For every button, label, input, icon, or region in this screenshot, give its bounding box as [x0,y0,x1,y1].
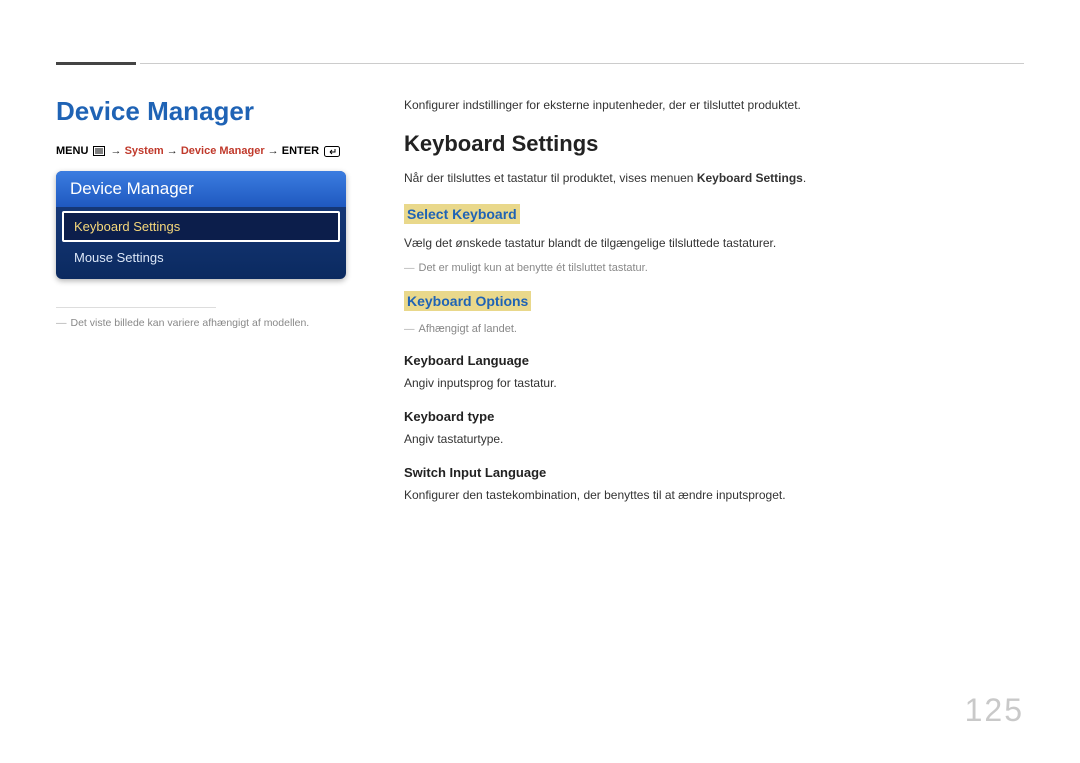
section-title: Device Manager [56,96,356,127]
top-horizontal-rule [140,63,1024,64]
select-keyboard-note: Det er muligt kun at benytte ét tilslutt… [404,260,1024,278]
right-column: Konfigurer indstillinger for eksterne in… [404,96,1024,521]
left-note: Det viste billede kan variere afhængigt … [56,316,356,332]
enter-icon [324,146,340,157]
left-column: Device Manager MENU → System → Device Ma… [56,96,356,521]
keyboard-type-body: Angiv tastaturtype. [404,430,1024,449]
keyboard-settings-heading: Keyboard Settings [404,131,1024,157]
page-number: 125 [965,692,1024,729]
menu-icon [93,146,105,156]
breadcrumb-arrow: → [111,145,122,157]
keyboard-language-heading: Keyboard Language [404,353,1024,368]
breadcrumb-arrow: → [268,145,279,157]
osd-panel: Device Manager Keyboard Settings Mouse S… [56,171,346,279]
switch-input-language-body: Konfigurer den tastekombination, der ben… [404,486,1024,505]
keyboard-settings-line-bold: Keyboard Settings [697,171,803,185]
keyboard-options-note: Afhængigt af landet. [404,321,1024,339]
osd-item-keyboard-settings[interactable]: Keyboard Settings [62,211,340,242]
breadcrumb: MENU → System → Device Manager → ENTER [56,145,356,157]
breadcrumb-system: System [125,145,164,157]
keyboard-settings-line-suffix: . [803,171,806,185]
switch-input-language-heading: Switch Input Language [404,465,1024,480]
left-note-divider [56,307,216,308]
select-keyboard-heading: Select Keyboard [404,204,520,224]
osd-item-mouse-settings[interactable]: Mouse Settings [56,242,346,279]
keyboard-type-heading: Keyboard type [404,409,1024,424]
page: Device Manager MENU → System → Device Ma… [0,0,1080,763]
keyboard-settings-body: Når der tilsluttes et tastatur til produ… [404,169,1024,188]
breadcrumb-menu-label: MENU [56,145,88,157]
top-accent-bar [56,62,136,65]
keyboard-language-body: Angiv inputsprog for tastatur. [404,374,1024,393]
breadcrumb-arrow: → [167,145,178,157]
osd-header: Device Manager [56,171,346,207]
select-keyboard-body: Vælg det ønskede tastatur blandt de tilg… [404,234,1024,253]
keyboard-options-heading: Keyboard Options [404,291,531,311]
keyboard-settings-line-prefix: Når der tilsluttes et tastatur til produ… [404,171,697,185]
breadcrumb-enter-label: ENTER [282,145,319,157]
intro-text: Konfigurer indstillinger for eksterne in… [404,96,1024,115]
breadcrumb-device-manager: Device Manager [181,145,265,157]
